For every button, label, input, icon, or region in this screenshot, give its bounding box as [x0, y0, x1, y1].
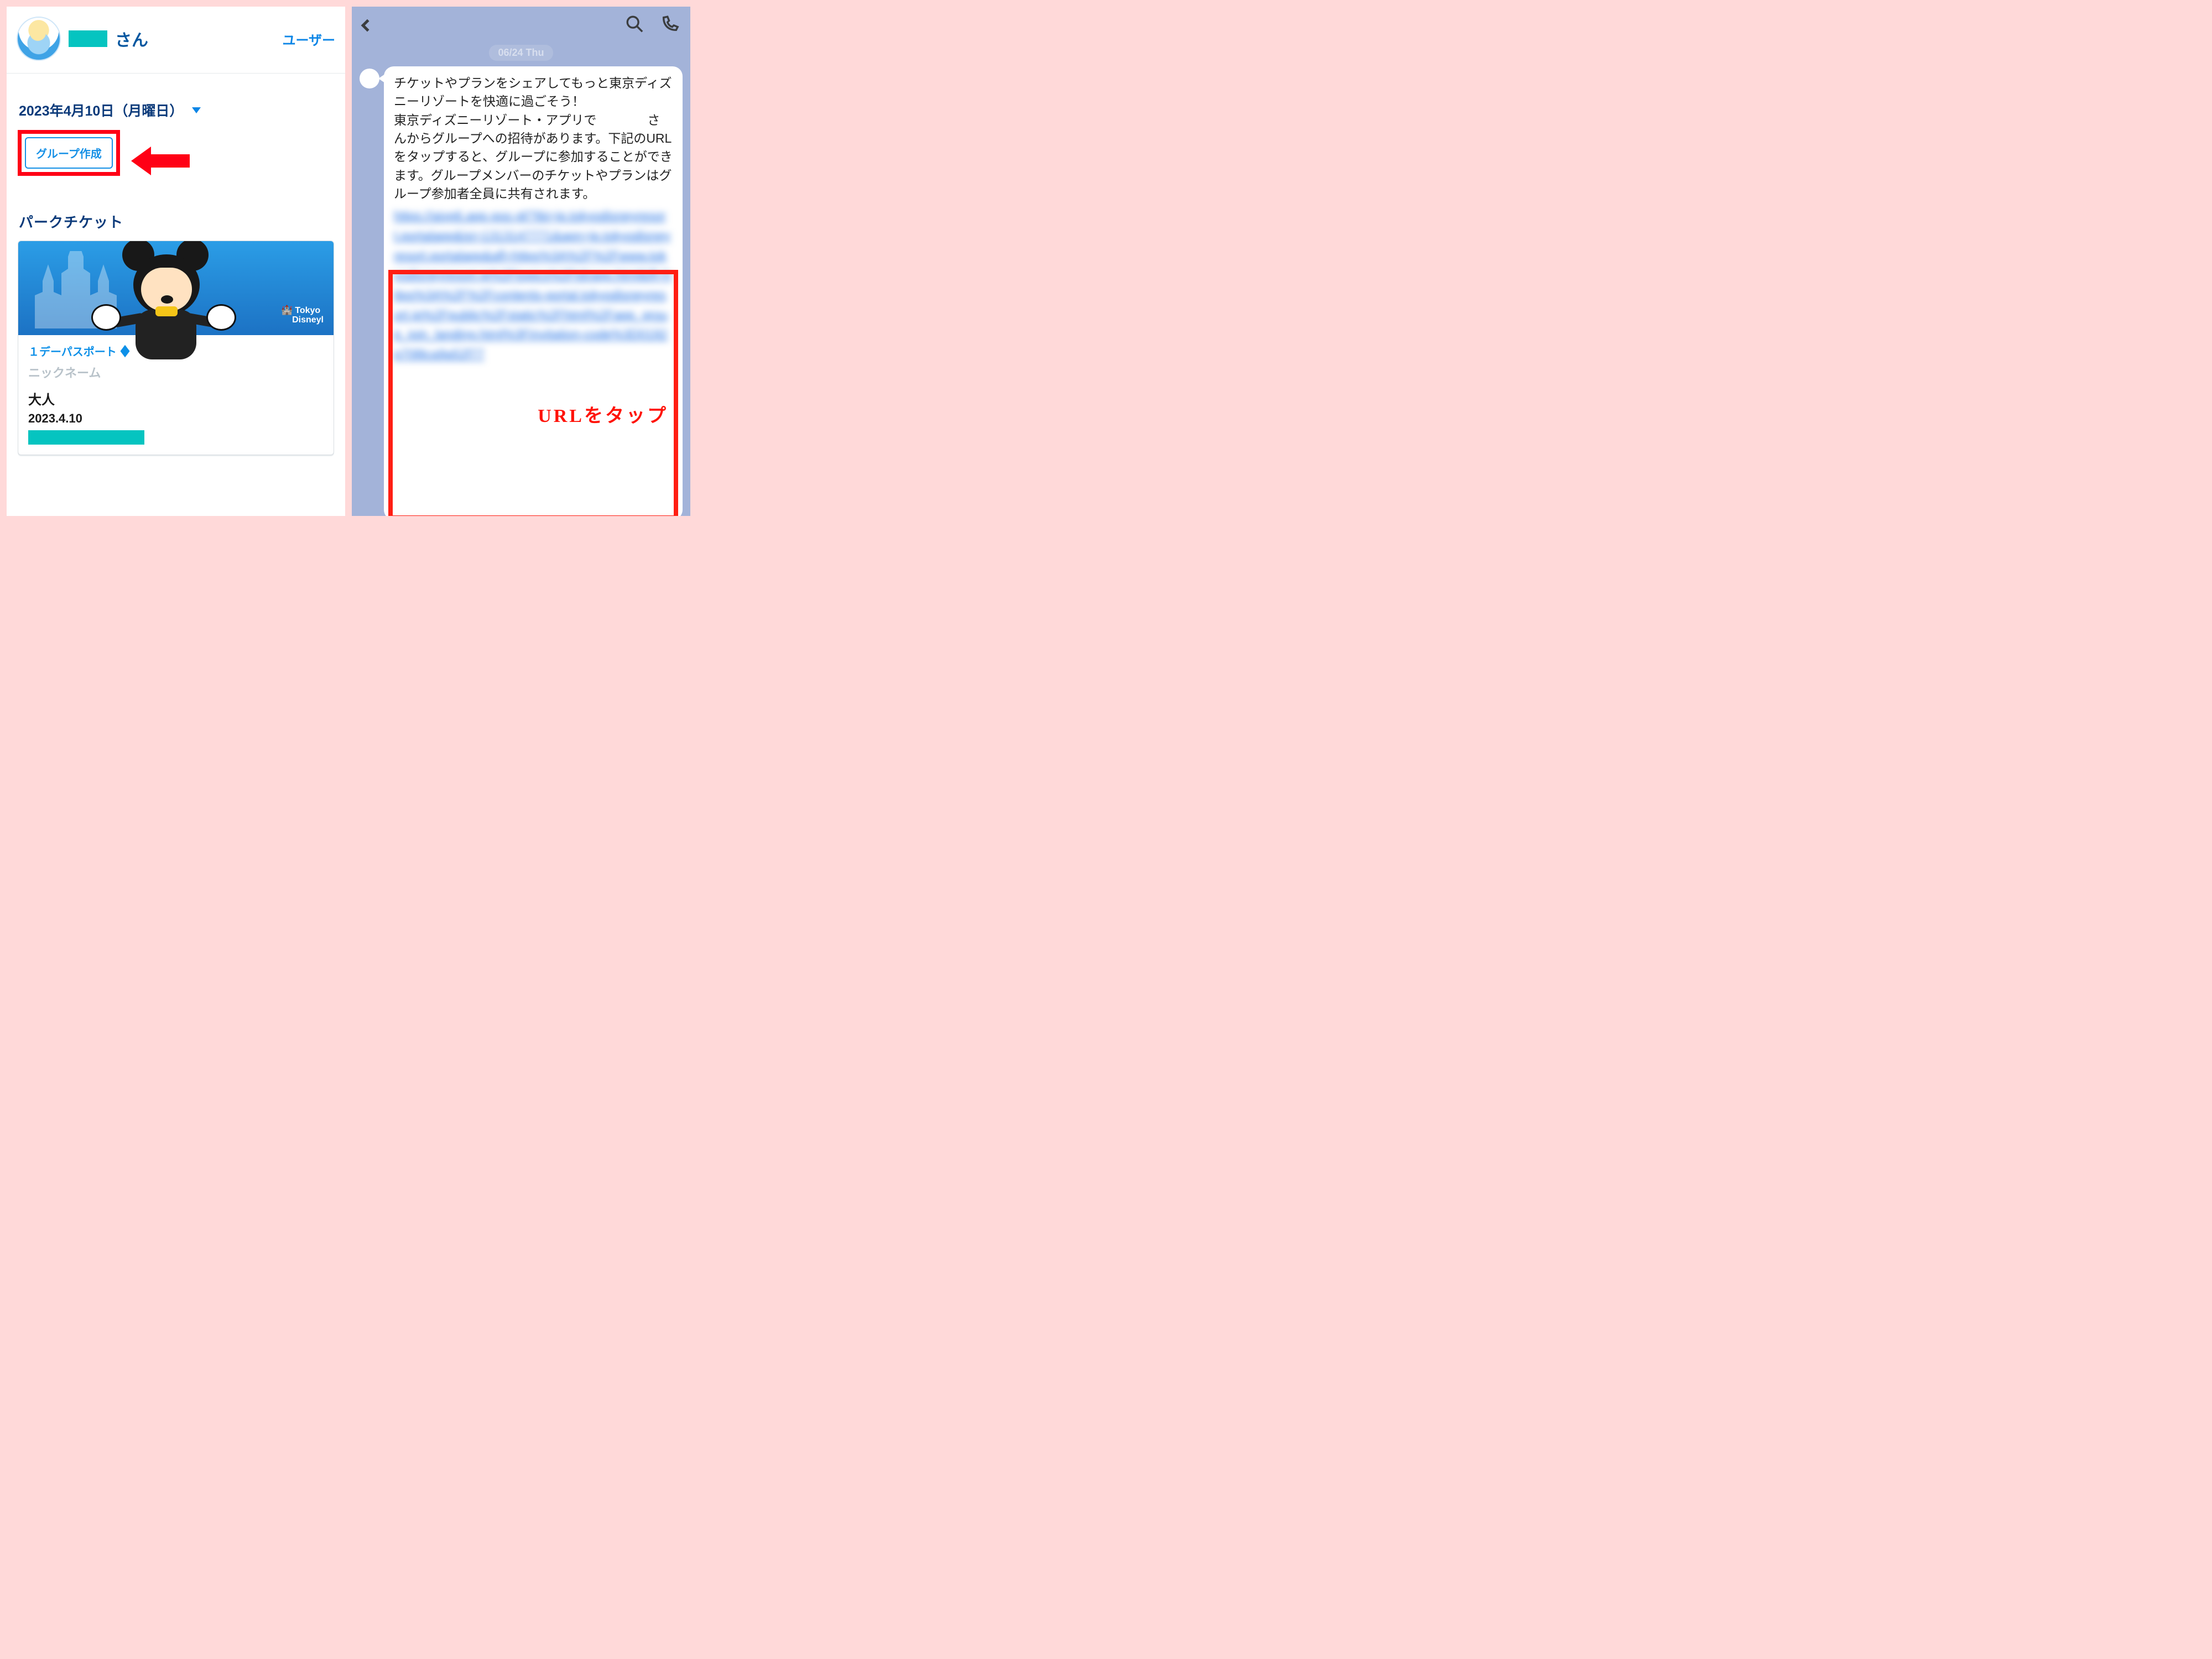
user-header: さん ユーザー — [7, 7, 345, 74]
search-icon[interactable] — [625, 14, 644, 36]
age-category: 大人 — [28, 389, 324, 408]
avatar[interactable] — [17, 17, 61, 61]
date-selector[interactable]: 2023年4月10日（月曜日） — [19, 100, 334, 120]
user-suffix: さん — [115, 27, 148, 51]
phone-icon[interactable] — [660, 14, 679, 36]
mickey-illustration — [90, 241, 234, 368]
disney-app-screen: さん ユーザー 2023年4月10日（月曜日） グループ作成 パークチケット — [7, 7, 345, 516]
ticket-code-redacted — [28, 430, 144, 445]
ticket-hero: 🏰Tokyo Disneyl — [18, 241, 334, 335]
chat-header — [352, 7, 690, 41]
section-title: パークチケット — [19, 211, 334, 232]
back-icon[interactable] — [361, 19, 374, 32]
message-text: チケットやプランをシェアしてもっと東京ディズニーリゾートを快適に過ごそう！ 東京… — [394, 74, 673, 203]
username-redacted — [69, 30, 107, 47]
brand-line2: Disneyl — [292, 315, 324, 325]
chat-date-badge: 06/24 Thu — [489, 45, 553, 61]
url-tap-annotation: URLをタップ — [538, 403, 668, 430]
left-body: 2023年4月10日（月曜日） グループ作成 パークチケット — [7, 74, 345, 466]
invite-url-link[interactable]: https://aivp6.app.goo.gl/?ibi=jp.tokyodi… — [394, 206, 673, 364]
message-bubble[interactable]: チケットやプランをシェアしてもっと東京ディズニーリゾートを快適に過ごそう！ 東京… — [384, 66, 683, 516]
highlight-box: グループ作成 — [18, 130, 120, 176]
ticket-date: 2023.4.10 — [28, 411, 324, 426]
chevron-down-icon — [192, 107, 201, 113]
create-group-button[interactable]: グループ作成 — [25, 137, 113, 169]
tokyo-disney-logo: 🏰Tokyo Disneyl — [281, 305, 324, 325]
park-ticket-card[interactable]: 🏰Tokyo Disneyl １デーパスポート ニックネーム 大人 2023.4… — [18, 241, 334, 455]
user-switch-link[interactable]: ユーザー — [282, 29, 335, 49]
sender-avatar[interactable] — [360, 69, 379, 88]
brand-line1: Tokyo — [295, 306, 320, 315]
line-chat-screen: 06/24 Thu チケットやプランをシェアしてもっと東京ディズニーリゾートを快… — [352, 7, 690, 516]
message-row: チケットやプランをシェアしてもっと東京ディズニーリゾートを快適に過ごそう！ 東京… — [352, 66, 690, 516]
date-label: 2023年4月10日（月曜日） — [19, 100, 183, 120]
arrow-annotation — [131, 147, 190, 175]
